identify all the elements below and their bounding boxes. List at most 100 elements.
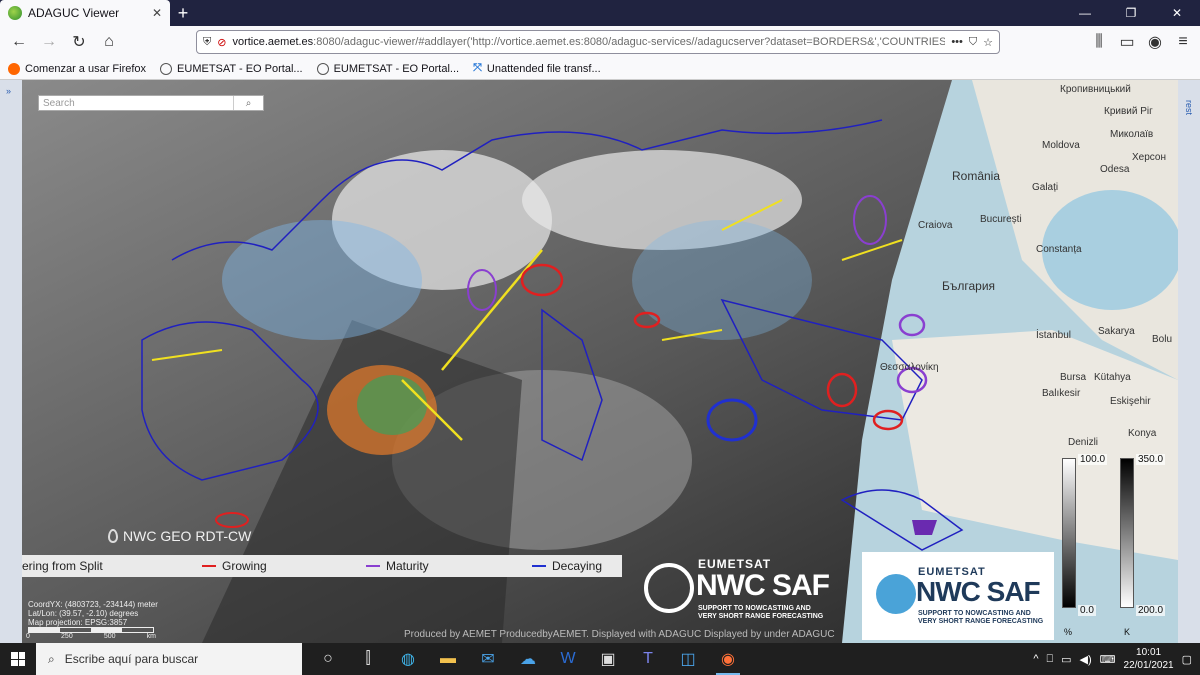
globe-icon bbox=[160, 62, 173, 75]
layer-name: NWC GEO RDT-CW bbox=[108, 528, 251, 544]
map-label: Kütahya bbox=[1094, 372, 1131, 383]
sidebar-icon[interactable]: ▭ bbox=[1114, 29, 1140, 55]
teams-icon[interactable]: T bbox=[628, 643, 668, 675]
colorbar1-bottom: 0.0 bbox=[1078, 605, 1096, 616]
minimize-icon[interactable]: — bbox=[1062, 0, 1108, 26]
clock-time: 10:01 bbox=[1136, 647, 1162, 658]
firefox-icon bbox=[8, 62, 20, 75]
url-path: :8080/adaguc-viewer/#addlayer('http://vo… bbox=[313, 36, 946, 48]
bookmark-label: Comenzar a usar Firefox bbox=[25, 62, 147, 75]
reload-icon[interactable]: ↻ bbox=[66, 29, 92, 55]
left-panel-toggle[interactable]: » bbox=[0, 80, 22, 643]
scale-label: km bbox=[146, 633, 156, 640]
nwcsaf-logo-panel: EUMETSAT NWC SAF SUPPORT TO NOWCASTING A… bbox=[862, 552, 1054, 640]
map-label: Galați bbox=[1032, 182, 1058, 193]
vpn-icon[interactable]: ◫ bbox=[668, 643, 708, 675]
new-tab-button[interactable]: + bbox=[170, 0, 196, 26]
right-panel-toggle[interactable]: rest bbox=[1178, 80, 1200, 643]
shield-icon[interactable]: ⛨ bbox=[203, 36, 211, 49]
bookmark-label: EUMETSAT - EO Portal... bbox=[333, 62, 460, 75]
map-search-input[interactable]: Search ⌕ bbox=[38, 95, 264, 111]
network-icon[interactable]: ▭ bbox=[1061, 653, 1071, 666]
clock[interactable]: 10:01 22/01/2021 bbox=[1124, 646, 1174, 672]
lightning-cluster bbox=[357, 375, 427, 435]
library-icon[interactable]: ⫼ bbox=[1086, 29, 1112, 55]
explorer-icon[interactable]: ▬ bbox=[428, 643, 468, 675]
logo-subtitle: SUPPORT TO NOWCASTING AND VERY SHORT RANG… bbox=[918, 610, 1043, 626]
map-label: Кривий Ріг bbox=[1104, 106, 1153, 117]
map-label: Θεσσαλονίκη bbox=[880, 361, 939, 373]
scale-labels: 0 250 500 km bbox=[26, 633, 156, 640]
bookmark-star-icon[interactable]: ☆ bbox=[983, 36, 993, 49]
precip-area bbox=[222, 220, 422, 340]
search-icon[interactable]: ⌕ bbox=[233, 96, 263, 110]
menu-icon[interactable]: ≡ bbox=[1170, 29, 1196, 55]
attribution: Produced by AEMET ProducedbyAEMET. Displ… bbox=[404, 629, 835, 640]
legend-swatch bbox=[202, 565, 216, 567]
search-icon: ⌕ bbox=[48, 651, 55, 666]
bookmarks-bar: Comenzar a usar Firefox EUMETSAT - EO Po… bbox=[0, 58, 1200, 80]
snap-icon[interactable]: ⫿ bbox=[348, 643, 388, 675]
colorbar2-unit: K bbox=[1124, 627, 1131, 637]
colorbar2-bottom: 200.0 bbox=[1136, 605, 1166, 616]
home-icon[interactable]: ⌂ bbox=[96, 29, 122, 55]
url-text[interactable]: vortice.aemet.es:8080/adaguc-viewer/#add… bbox=[232, 36, 945, 48]
bookmark-item[interactable]: ⤧ Unattended file transf... bbox=[473, 62, 601, 75]
bookmark-label: Unattended file transf... bbox=[486, 62, 601, 75]
coord-yx: CoordYX: (4803723, -234144) meter bbox=[28, 600, 158, 609]
bookmark-label: EUMETSAT - EO Portal... bbox=[177, 62, 303, 75]
right-panel-label: rest bbox=[1184, 100, 1194, 116]
logo-subtitle: SUPPORT TO NOWCASTING AND VERY SHORT RANG… bbox=[698, 605, 823, 621]
restore-icon[interactable]: ❐ bbox=[1108, 0, 1154, 26]
system-tray: ^ ⎕ ▭ ◀) ⌨ 10:01 22/01/2021 ▢ bbox=[1033, 646, 1200, 672]
bookmark-item[interactable]: Comenzar a usar Firefox bbox=[8, 62, 147, 75]
tab-adaguc-viewer[interactable]: ADAGUC Viewer ✕ bbox=[0, 0, 170, 26]
url-domain: vortice.aemet.es bbox=[232, 36, 314, 48]
map-label: Balıkesir bbox=[1042, 388, 1081, 399]
transfer-icon: ⤧ bbox=[473, 62, 482, 74]
back-arrow-icon[interactable]: ← bbox=[6, 29, 32, 55]
task-view-icon[interactable]: ○ bbox=[308, 643, 348, 675]
device-icon[interactable]: ⎕ bbox=[1047, 653, 1054, 666]
firefox-icon[interactable]: ◉ bbox=[708, 643, 748, 675]
legend-item: ering from Split bbox=[22, 559, 103, 573]
close-window-icon[interactable]: ✕ bbox=[1154, 0, 1200, 26]
logo-nwcsaf: NWC SAF bbox=[916, 576, 1041, 607]
insecure-lock-icon[interactable]: ⊘ bbox=[217, 36, 226, 49]
page-actions-icon[interactable]: ••• bbox=[951, 36, 963, 48]
close-tab-icon[interactable]: ✕ bbox=[152, 6, 162, 20]
edge-icon[interactable]: ◍ bbox=[388, 643, 428, 675]
bookmark-item[interactable]: EUMETSAT - EO Portal... bbox=[316, 62, 460, 75]
colorbar-cloud-percent bbox=[1062, 458, 1076, 608]
account-icon[interactable]: ◉ bbox=[1142, 29, 1168, 55]
start-button[interactable] bbox=[0, 643, 36, 675]
map-label: Bursa bbox=[1060, 372, 1087, 383]
scale-label: 250 bbox=[61, 633, 73, 640]
keyboard-icon[interactable]: ⌨ bbox=[1100, 653, 1116, 666]
bookmark-item[interactable]: EUMETSAT - EO Portal... bbox=[160, 62, 303, 75]
map-label: Eskişehir bbox=[1110, 396, 1151, 407]
logo-sub1: SUPPORT TO NOWCASTING AND bbox=[698, 605, 811, 612]
notifications-icon[interactable]: ▢ bbox=[1182, 653, 1192, 666]
legend-label: Growing bbox=[222, 559, 267, 573]
expand-left-icon: » bbox=[6, 86, 12, 96]
legend-swatch bbox=[532, 565, 546, 567]
word-icon[interactable]: W bbox=[548, 643, 588, 675]
chevron-up-icon[interactable]: ^ bbox=[1033, 653, 1038, 665]
volume-icon[interactable]: ◀) bbox=[1080, 653, 1092, 666]
forward-arrow-icon[interactable]: → bbox=[36, 29, 62, 55]
map-projection: Map projection: EPSG:3857 bbox=[28, 618, 128, 627]
map-label: România bbox=[952, 169, 1000, 183]
adaguc-favicon-icon bbox=[8, 6, 22, 20]
onedrive-icon[interactable]: ☁ bbox=[508, 643, 548, 675]
url-bar[interactable]: ⛨ ⊘ vortice.aemet.es:8080/adaguc-viewer/… bbox=[196, 30, 1000, 54]
mail-icon[interactable]: ✉ bbox=[468, 643, 508, 675]
pocket-icon[interactable]: ⛉ bbox=[969, 36, 977, 49]
coord-latlon: Lat/Lon: (39.57, -2.10) degrees bbox=[28, 609, 139, 618]
taskbar-search[interactable]: ⌕ Escribe aquí para buscar bbox=[36, 643, 302, 675]
map-label: Konya bbox=[1128, 428, 1157, 439]
store-icon[interactable]: ▣ bbox=[588, 643, 628, 675]
map-label: Bolu bbox=[1152, 334, 1172, 345]
logo-nwcsaf: NWC SAF bbox=[696, 569, 830, 602]
tab-title: ADAGUC Viewer bbox=[28, 6, 120, 20]
